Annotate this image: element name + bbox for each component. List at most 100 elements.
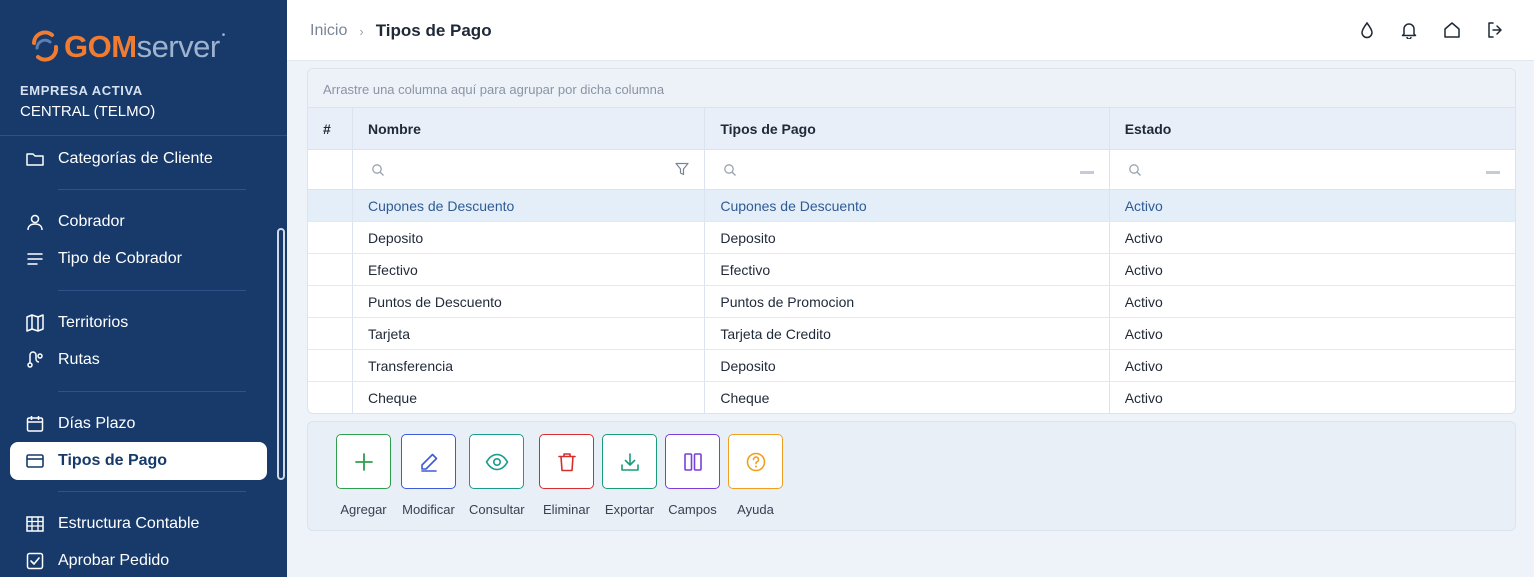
table-row[interactable]: Deposito Deposito Activo [308,222,1515,254]
filter-nombre-input[interactable] [353,150,706,189]
breadcrumb-home-link[interactable]: Inicio [310,22,347,40]
theme-drop-icon[interactable] [1357,20,1377,40]
map-icon [25,313,45,333]
cell-tipos-pago: Puntos de Promocion [705,286,1110,317]
export-button-box[interactable] [602,434,657,489]
search-icon [724,163,737,176]
view-button-box[interactable] [469,434,525,489]
grid-body: Cupones de Descuento Cupones de Descuent… [308,190,1515,413]
column-header-number[interactable]: # [308,108,353,149]
search-icon [1128,163,1141,176]
sidebar-item-label: Territorios [58,314,129,331]
page-title: Tipos de Pago [375,21,492,40]
filter-row [308,150,1515,190]
delete-button[interactable]: Eliminar [539,434,594,517]
sidebar-item-tipo-cobrador[interactable]: Tipo de Cobrador [10,240,267,278]
home-icon[interactable] [1442,20,1462,40]
edit-button-box[interactable] [401,434,456,489]
columns-icon [683,452,702,471]
filter-tipos-pago-input[interactable] [705,150,1110,189]
row-number-cell [308,350,353,381]
group-panel[interactable]: Arrastre una columna aquí para agrupar p… [308,69,1515,108]
row-number-cell [308,286,353,317]
logout-icon[interactable] [1485,20,1505,40]
company-label: EMPRESA ACTIVA [20,83,143,98]
columns-button[interactable]: Campos [665,434,720,517]
sidebar-item-label: Rutas [58,351,100,368]
table-icon [25,514,45,534]
sidebar-item-cobrador[interactable]: Cobrador [10,203,267,241]
edit-button-label: Modificar [402,502,455,517]
cell-estado: Activo [1124,357,1163,374]
filter-menu-icon[interactable] [1485,164,1501,180]
cell-nombre: Tarjeta [353,318,706,349]
table-row[interactable]: Transferencia Deposito Activo [308,350,1515,382]
table-row[interactable]: Puntos de Descuento Puntos de Promocion … [308,286,1515,318]
table-row[interactable]: Efectivo Efectivo Activo [308,254,1515,286]
eye-icon [485,453,509,470]
company-name[interactable]: CENTRAL (TELMO) [20,103,155,120]
add-button[interactable]: Agregar [336,434,391,517]
bell-icon[interactable] [1399,20,1419,40]
data-grid: Arrastre una columna aquí para agrupar p… [307,68,1516,414]
table-row[interactable]: Cupones de Descuento Cupones de Descuent… [308,190,1515,222]
search-icon [372,163,384,176]
cell-tipos-pago: Efectivo [705,254,1110,285]
cell-estado: Activo [1124,293,1163,310]
pencil-icon [420,453,437,472]
row-number-cell [308,222,353,253]
breadcrumb: Inicio › Tipos de Pago [310,21,492,41]
cell-tipos-pago: Deposito [705,350,1110,381]
breadcrumb-separator: › [359,23,364,39]
cell-estado: Activo [1124,229,1163,246]
sidebar-scrollbar[interactable] [277,228,285,480]
sidebar-item-label: Categorías de Cliente [58,150,213,167]
sidebar-item-estructura-contable[interactable]: Estructura Contable [10,505,267,543]
column-header-nombre[interactable]: Nombre [353,108,706,149]
help-button-box[interactable] [728,434,783,489]
row-number-cell [308,254,353,285]
cell-estado: Activo [1124,261,1163,278]
table-row[interactable]: Cheque Cheque Activo [308,382,1515,413]
help-button-label: Ayuda [737,502,774,517]
sidebar-item-aprobar-pedido[interactable]: Aprobar Pedido [10,542,267,577]
divider [58,290,246,291]
columns-button-box[interactable] [665,434,720,489]
filter-cell-number [308,150,353,189]
edit-button[interactable]: Modificar [401,434,456,517]
cell-tipos-pago: Cheque [705,382,1110,413]
delete-button-box[interactable] [539,434,594,489]
sidebar-item-territorios[interactable]: Territorios [10,304,267,342]
column-header-estado[interactable]: Estado [1110,108,1515,149]
export-button[interactable]: Exportar [602,434,657,517]
logo-server-text: server [136,28,221,64]
column-header-tipos-pago[interactable]: Tipos de Pago [705,108,1110,149]
sidebar-item-label: Cobrador [58,213,125,230]
cell-tipos-pago: Tarjeta de Credito [705,318,1110,349]
help-icon [746,452,765,471]
help-button[interactable]: Ayuda [728,434,783,517]
logo-mark: • [221,29,226,41]
add-button-box[interactable] [336,434,391,489]
filter-estado-input[interactable] [1110,150,1515,189]
sidebar-item-label: Días Plazo [58,415,136,432]
view-button-label: Consultar [469,502,525,517]
cell-nombre: Cupones de Descuento [353,190,706,221]
filter-menu-icon[interactable] [1079,164,1095,180]
cell-estado: Activo [1124,197,1163,214]
calendar-icon [25,414,45,434]
sidebar-item-tipos-pago[interactable]: Tipos de Pago [10,442,267,480]
export-button-label: Exportar [604,502,655,517]
cell-nombre: Cheque [353,382,706,413]
cell-nombre: Deposito [353,222,706,253]
filter-icon[interactable] [674,161,690,177]
sidebar-item-rutas[interactable]: Rutas [10,341,267,379]
download-icon [620,452,639,471]
sidebar-item-dias-plazo[interactable]: Días Plazo [10,405,267,443]
plus-icon [354,452,373,471]
table-row[interactable]: Tarjeta Tarjeta de Credito Activo [308,318,1515,350]
sidebar-item-categorias-cliente[interactable]: Categorías de Cliente [10,140,267,178]
logo-gom-text: GOM [64,28,137,64]
cell-nombre: Efectivo [353,254,706,285]
view-button[interactable]: Consultar [469,434,525,517]
